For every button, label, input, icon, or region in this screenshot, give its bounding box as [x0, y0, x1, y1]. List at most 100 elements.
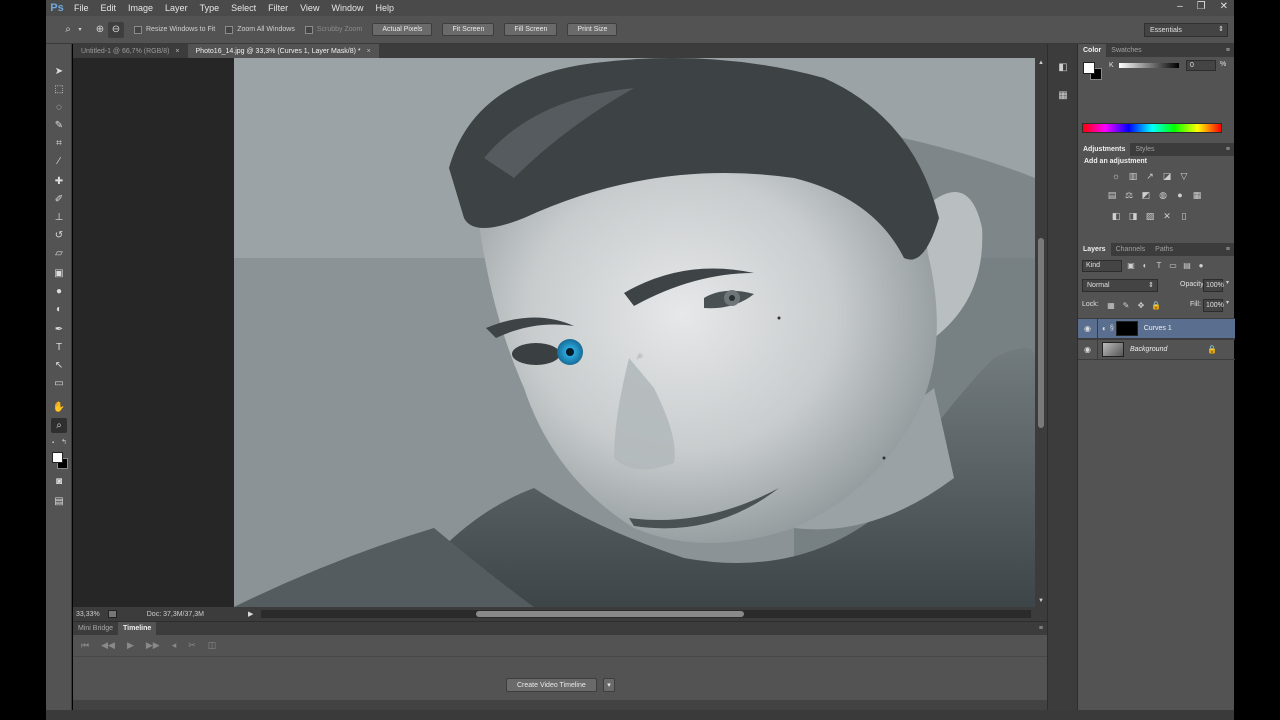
status-info-icon[interactable]: [107, 610, 117, 618]
eyedropper-tool-icon[interactable]: ⁄: [51, 154, 67, 169]
hand-tool-icon[interactable]: ✋: [51, 400, 67, 415]
menu-image[interactable]: Image: [122, 0, 159, 16]
layer-name[interactable]: Background: [1130, 346, 1167, 353]
document-tab-photo[interactable]: Photo16_14.jpg @ 33,3% (Curves 1, Layer …: [187, 44, 379, 58]
menu-icon[interactable]: ≡: [1226, 44, 1230, 57]
zoom-all-checkbox[interactable]: Zoom All Windows: [225, 25, 295, 34]
close-icon[interactable]: ×: [175, 48, 179, 55]
lock-pixels-icon[interactable]: ✎: [1121, 300, 1131, 310]
blend-mode-select[interactable]: Normal ⇕: [1082, 279, 1158, 292]
default-colors-icon[interactable]: ▪: [52, 440, 58, 446]
tab-mini-bridge[interactable]: Mini Bridge: [73, 622, 118, 635]
scrollbar-thumb[interactable]: [476, 611, 744, 617]
previous-frame-icon[interactable]: ◀◀: [101, 640, 115, 651]
foreground-color-swatch[interactable]: [52, 452, 63, 463]
play-icon[interactable]: ▶: [127, 640, 134, 651]
tab-timeline[interactable]: Timeline: [118, 622, 157, 635]
fill-field[interactable]: 100%: [1203, 299, 1224, 312]
menu-file[interactable]: File: [68, 0, 95, 16]
lasso-tool-icon[interactable]: ◌: [51, 100, 67, 115]
channel-mixer-icon[interactable]: ●: [1174, 189, 1186, 201]
menu-icon[interactable]: ≡: [1039, 622, 1043, 635]
horizontal-scrollbar[interactable]: [261, 610, 1031, 618]
pen-tool-icon[interactable]: ✒: [51, 322, 67, 337]
scrollbar-thumb[interactable]: [1038, 238, 1044, 428]
posterize-icon[interactable]: ◨: [1127, 210, 1139, 222]
menu-select[interactable]: Select: [225, 0, 262, 16]
gradient-map-icon[interactable]: ▯: [1178, 210, 1190, 222]
layer-mask-thumbnail[interactable]: [1115, 321, 1138, 336]
exposure-icon[interactable]: ◪: [1161, 170, 1173, 182]
tab-adjustments[interactable]: Adjustments: [1078, 143, 1131, 156]
scrubby-zoom-checkbox[interactable]: Scrubby Zoom: [304, 25, 362, 34]
eye-icon[interactable]: ◉: [1078, 318, 1098, 339]
path-selection-tool-icon[interactable]: ↖: [51, 358, 67, 373]
chevron-down-icon[interactable]: ▾: [603, 678, 615, 692]
transition-icon[interactable]: ◫: [208, 640, 217, 651]
k-value-field[interactable]: 0: [1186, 60, 1216, 71]
marquee-tool-icon[interactable]: ⬚: [51, 82, 67, 97]
scroll-down-icon[interactable]: ▼: [1038, 598, 1044, 604]
dodge-tool-icon[interactable]: ◐: [51, 302, 67, 317]
audio-icon[interactable]: ◂: [172, 640, 177, 651]
tab-paths[interactable]: Paths: [1150, 243, 1178, 256]
workspace-select[interactable]: Essentials ⇕: [1144, 23, 1228, 37]
gradient-tool-icon[interactable]: ▣: [51, 266, 67, 281]
status-menu-arrow-icon[interactable]: ▶: [248, 610, 253, 618]
lock-all-icon[interactable]: 🔒: [1151, 300, 1161, 310]
type-tool-icon[interactable]: T: [51, 340, 67, 355]
layer-background[interactable]: ◉ Background 🔒: [1078, 339, 1235, 360]
quick-mask-icon[interactable]: ◙: [51, 474, 67, 489]
tab-channels[interactable]: Channels: [1111, 243, 1151, 256]
selective-color-icon[interactable]: ✕: [1161, 210, 1173, 222]
next-frame-icon[interactable]: ▶▶: [146, 640, 160, 651]
menu-window[interactable]: Window: [325, 0, 369, 16]
chevron-down-icon[interactable]: ▾: [1226, 299, 1229, 306]
swap-colors-icon[interactable]: ↰: [61, 438, 67, 446]
zoom-level[interactable]: 33,33%: [76, 611, 100, 618]
menu-filter[interactable]: Filter: [262, 0, 294, 16]
vertical-scrollbar[interactable]: ▲ ▼: [1035, 58, 1047, 607]
invert-icon[interactable]: ◧: [1110, 210, 1122, 222]
brightness-icon[interactable]: ☼: [1110, 170, 1122, 182]
menu-icon[interactable]: ≡: [1226, 143, 1230, 156]
properties-panel-icon[interactable]: ▦: [1055, 88, 1071, 102]
stamp-tool-icon[interactable]: ⊥: [51, 210, 67, 225]
tab-layers[interactable]: Layers: [1078, 243, 1111, 256]
zoom-out-icon[interactable]: ⊖: [108, 21, 124, 38]
menu-icon[interactable]: ≡: [1226, 243, 1230, 256]
menu-help[interactable]: Help: [369, 0, 400, 16]
levels-icon[interactable]: ▥: [1127, 170, 1139, 182]
hue-saturation-icon[interactable]: ▤: [1106, 189, 1118, 201]
tab-swatches[interactable]: Swatches: [1106, 44, 1146, 57]
crop-tool-icon[interactable]: ⌗: [51, 136, 67, 151]
opacity-field[interactable]: 100%: [1203, 279, 1224, 292]
color-spectrum[interactable]: [1082, 123, 1222, 133]
lock-transparent-icon[interactable]: ▦: [1106, 300, 1116, 310]
restore-button[interactable]: ❐: [1197, 0, 1206, 14]
canvas-area[interactable]: ⌕: [73, 58, 1035, 607]
link-icon[interactable]: §: [1110, 325, 1114, 332]
first-frame-icon[interactable]: ⏮: [81, 640, 89, 651]
menu-layer[interactable]: Layer: [159, 0, 194, 16]
minimize-button[interactable]: –: [1177, 0, 1183, 14]
eraser-tool-icon[interactable]: ▱: [51, 246, 67, 261]
history-brush-tool-icon[interactable]: ↺: [51, 228, 67, 243]
filter-toggle-icon[interactable]: ●: [1196, 261, 1206, 271]
move-tool-icon[interactable]: ➤: [51, 64, 67, 79]
create-video-timeline-button[interactable]: Create Video Timeline: [506, 678, 597, 692]
zoom-tool-preset-icon[interactable]: ⌕: [60, 22, 76, 38]
photo-filter-icon[interactable]: ◍: [1157, 189, 1169, 201]
pixel-filter-icon[interactable]: ▣: [1126, 261, 1136, 271]
layer-curves[interactable]: ◉ ◐ § Curves 1: [1078, 318, 1235, 339]
scroll-up-icon[interactable]: ▲: [1038, 60, 1044, 66]
split-icon[interactable]: ✂: [188, 640, 196, 651]
curves-icon[interactable]: ↗: [1144, 170, 1156, 182]
quick-select-tool-icon[interactable]: ✎: [51, 118, 67, 133]
vibrance-icon[interactable]: ▽: [1178, 170, 1190, 182]
history-panel-icon[interactable]: ◧: [1055, 60, 1071, 74]
document-tab-untitled[interactable]: Untitled-1 @ 66,7% (RGB/8) ×: [73, 44, 188, 58]
print-size-button[interactable]: Print Size: [567, 23, 618, 36]
screen-mode-icon[interactable]: ▤: [51, 494, 67, 509]
zoom-tool-icon[interactable]: ⌕: [51, 418, 67, 433]
